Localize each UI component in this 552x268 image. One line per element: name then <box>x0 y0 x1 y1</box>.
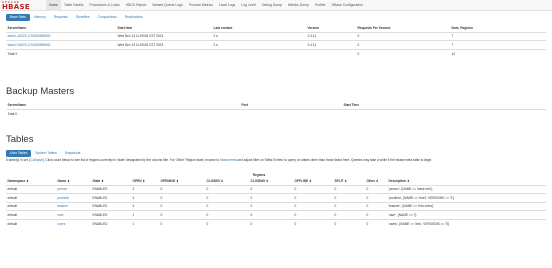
sort-icon: ⬍ <box>265 178 269 183</box>
col-split[interactable]: SPLIT ⬍ <box>333 177 365 186</box>
sort-icon: ⬍ <box>142 178 146 183</box>
col-servername: ServerName <box>6 102 240 110</box>
regions-cell: 7 <box>450 40 546 49</box>
table-row: default user ENABLED 1 0 0 0 0 0 0 'user… <box>6 210 546 219</box>
sort-icon: ⬍ <box>220 178 224 183</box>
col-start-time: Start Time <box>342 102 546 110</box>
col-requests-per-second[interactable]: Requests Per Second <box>356 25 450 33</box>
nav-table-details[interactable]: Table Details <box>61 0 86 11</box>
col-closing[interactable]: CLOSING ⬍ <box>249 177 293 186</box>
hbase-logo[interactable]: APACHE HBASE <box>2 1 42 11</box>
col-name[interactable]: Name ⬍ <box>56 177 91 186</box>
last-contact-cell: 2 s <box>212 40 306 49</box>
nav-menu: Home Table Details Procedures & Locks HB… <box>46 0 366 11</box>
col-version[interactable]: Version <box>306 25 356 33</box>
tables-description: 5 table(s) in set. [Collapse]. Click cou… <box>6 158 433 162</box>
nav-hbase-configuration[interactable]: HBase Configuration <box>329 0 366 11</box>
total-regions: 14 <box>450 48 546 58</box>
tab-replications[interactable]: Replications <box>121 14 147 21</box>
nav-process-metrics[interactable]: Process Metrics <box>186 0 216 11</box>
col-port: Port <box>240 102 342 110</box>
tab-base-stats[interactable]: Base Stats <box>6 14 30 21</box>
sort-icon: ⬍ <box>309 178 312 183</box>
hbase-meta-link[interactable]: hbase:meta <box>220 158 237 162</box>
tab-requests[interactable]: Requests <box>50 14 72 21</box>
tables-tabs: User Tables System Tables Snapshots <box>6 150 84 157</box>
table-row: slave1,16020,1702369958650 Wed Dec 13 11… <box>6 31 546 41</box>
table-name-link[interactable]: teacher <box>56 201 91 211</box>
total-row: Total:3 0 14 <box>6 48 546 58</box>
sort-icon: ⬍ <box>344 178 348 183</box>
nav-metrics-dump[interactable]: Metrics Dump <box>285 0 312 11</box>
col-namespace[interactable]: Namespace ⬍ <box>6 177 56 186</box>
nav-log-level[interactable]: Log Level <box>238 0 259 11</box>
table-name-link[interactable]: user <box>56 210 91 219</box>
version-cell: 2.4.11 <box>306 40 356 49</box>
table-row: default teacher ENABLED 4 0 0 0 0 0 0 't… <box>6 201 546 211</box>
table-header-row: ServerName Port Start Time <box>6 102 546 110</box>
nav-local-logs[interactable]: Local Logs <box>216 0 238 11</box>
col-closed[interactable]: CLOSED ⬍ <box>205 177 249 186</box>
top-navbar: APACHE HBASE Home Table Details Procedur… <box>0 0 552 11</box>
logo-hbase-text: HBASE <box>2 3 30 11</box>
requests-cell: 0 <box>356 31 450 41</box>
sort-icon: ⬍ <box>375 178 379 183</box>
tables-heading: Tables <box>6 134 34 145</box>
table-header-row: Namespace ⬍ Name ⬍ State ⬍ OPEN ⬍ OPENIN… <box>6 177 546 186</box>
table-row: slave2,16020,1702369958650 Wed Dec 13 11… <box>6 40 546 49</box>
user-tables-table: Regions Namespace ⬍ Name ⬍ State ⬍ OPEN … <box>6 172 546 228</box>
table-header-row: ServerName Start time Last contact Versi… <box>6 25 546 33</box>
start-time-cell: Wed Dec 13 11:09:08 CST 2023 <box>116 31 212 41</box>
col-num-regions[interactable]: Num. Regions <box>450 25 546 33</box>
nav-procedures-locks[interactable]: Procedures & Locks <box>86 0 122 11</box>
table-name-link[interactable]: users <box>56 218 91 228</box>
table-name-link[interactable]: person <box>56 184 91 194</box>
requests-cell: 0 <box>356 40 450 49</box>
table-row: default prodinfo ENABLED 4 0 0 0 0 0 0 '… <box>6 193 546 202</box>
collapse-link[interactable]: Collapse <box>30 158 42 162</box>
col-opening[interactable]: OPENING ⬍ <box>159 177 205 186</box>
total-label: Total:3 <box>6 48 116 58</box>
version-cell: 2.4.11 <box>306 31 356 41</box>
region-servers-tabs: Base Stats Memory Requests Storefiles Co… <box>6 14 147 21</box>
col-other[interactable]: Other ⬍ <box>365 177 387 186</box>
tab-user-tables[interactable]: User Tables <box>6 150 32 157</box>
tab-memory[interactable]: Memory <box>30 14 50 21</box>
backup-masters-heading: Backup Masters <box>6 86 75 97</box>
table-row: default person ENABLED 2 0 0 0 0 0 0 'pe… <box>6 184 546 194</box>
tab-storefiles[interactable]: Storefiles <box>72 14 94 21</box>
nav-home[interactable]: Home <box>46 0 62 11</box>
tab-system-tables[interactable]: System Tables <box>31 150 60 157</box>
total-row: Total:0 <box>6 108 546 118</box>
tab-compactions[interactable]: Compactions <box>94 14 121 21</box>
nav-named-queue-logs[interactable]: Named Queue Logs <box>149 0 185 11</box>
sort-icon: ⬍ <box>176 178 179 183</box>
table-name-link[interactable]: prodinfo <box>56 193 91 202</box>
sort-icon: ⬍ <box>26 178 29 183</box>
total-requests: 0 <box>356 48 450 58</box>
regions-cell: 7 <box>450 31 546 41</box>
last-contact-cell: 2 s <box>212 31 306 41</box>
col-last-contact[interactable]: Last contact <box>212 25 306 33</box>
col-servername[interactable]: ServerName <box>6 25 116 33</box>
col-state[interactable]: State ⬍ <box>91 177 131 186</box>
tab-snapshots[interactable]: Snapshots <box>61 150 85 157</box>
nav-profiler[interactable]: Profiler <box>312 0 329 11</box>
nav-hbck-report[interactable]: HBCK Report <box>123 0 150 11</box>
region-servers-table: ServerName Start time Last contact Versi… <box>6 25 546 58</box>
col-offline[interactable]: OFFLINE ⬍ <box>293 177 333 186</box>
col-open[interactable]: OPEN ⬍ <box>131 177 159 186</box>
table-row: default users ENABLED 1 0 0 0 0 0 0 'use… <box>6 218 546 228</box>
start-time-cell: Wed Dec 13 11:09:08 CST 2023 <box>116 40 212 49</box>
server-link[interactable]: slave1,16020,1702369958650 <box>6 31 116 41</box>
col-start-time[interactable]: Start time <box>116 25 212 33</box>
total-label: Total:0 <box>6 108 240 118</box>
sort-icon: ⬍ <box>406 178 410 183</box>
sort-icon: ⬍ <box>67 178 70 183</box>
backup-masters-table: ServerName Port Start Time Total:0 <box>6 102 546 118</box>
col-description[interactable]: Description ⬍ <box>387 177 546 186</box>
server-link[interactable]: slave2,16020,1702369958650 <box>6 40 116 49</box>
sort-icon: ⬍ <box>101 178 104 183</box>
nav-debug-dump[interactable]: Debug Dump <box>259 0 285 11</box>
